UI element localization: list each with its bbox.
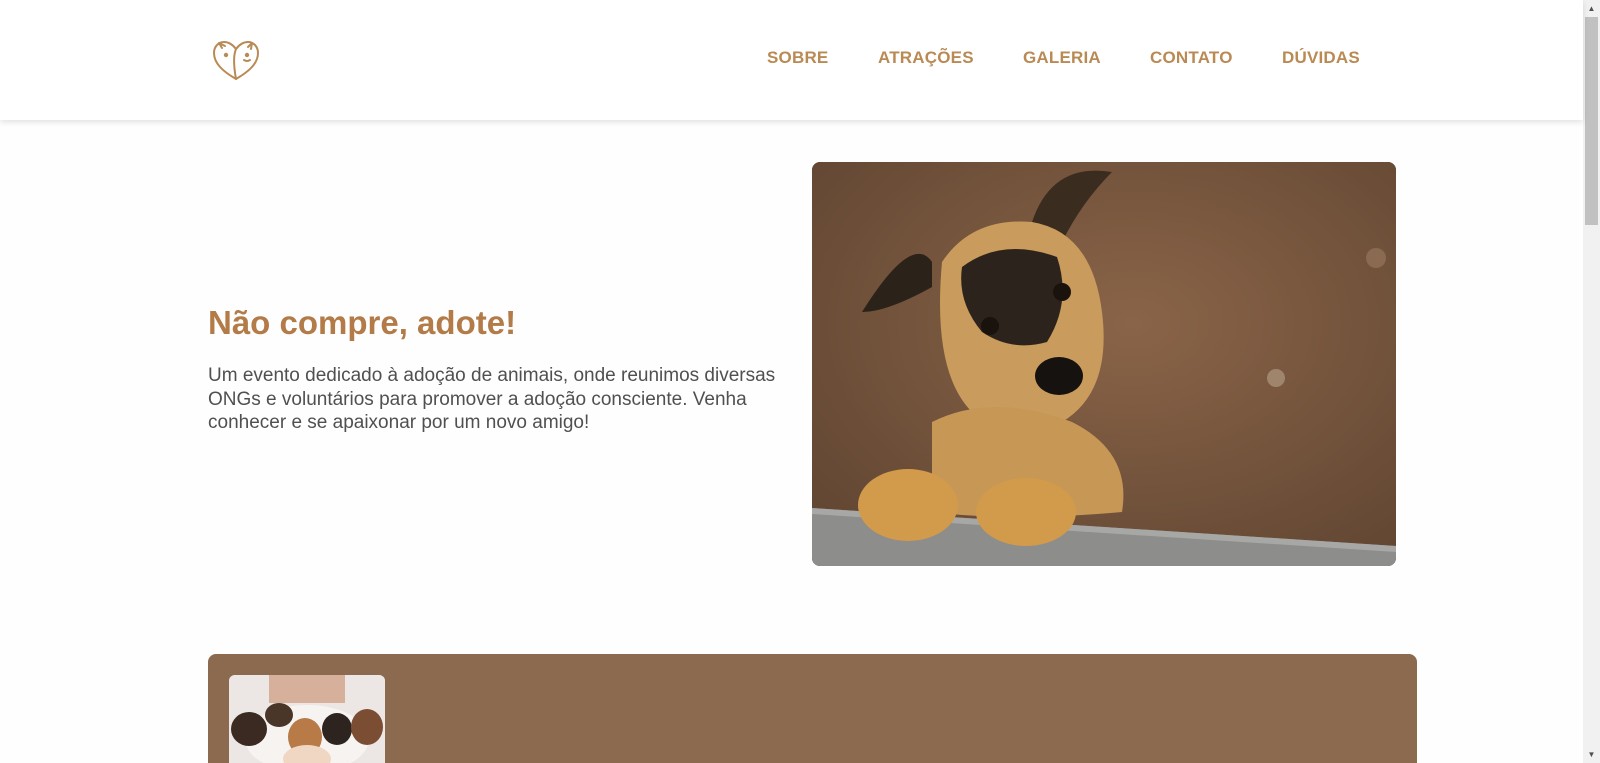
- scroll-down-icon[interactable]: ▼: [1583, 746, 1600, 763]
- scroll-up-icon[interactable]: ▲: [1583, 0, 1600, 17]
- nav-link-atracoes[interactable]: ATRAÇÕES: [878, 48, 974, 68]
- nav-link-duvidas[interactable]: DÚVIDAS: [1282, 48, 1360, 68]
- puppies-held-photo[interactable]: [229, 675, 385, 763]
- main-nav: SOBRE ATRAÇÕES GALERIA CONTATO DÚVIDAS: [0, 48, 1583, 68]
- hero-description: Um evento dedicado à adoção de animais, …: [208, 365, 776, 433]
- nav-link-galeria[interactable]: GALERIA: [1023, 48, 1101, 68]
- site-header: SOBRE ATRAÇÕES GALERIA CONTATO DÚVIDAS: [0, 0, 1583, 120]
- page-scrollbar[interactable]: ▲ ▼: [1583, 0, 1600, 763]
- puppy-photo: [812, 162, 1396, 566]
- nav-link-sobre[interactable]: SOBRE: [767, 48, 828, 68]
- nav-link-contato[interactable]: CONTATO: [1150, 48, 1233, 68]
- featured-section: [208, 654, 1417, 763]
- hero-title: Não compre, adote!: [208, 304, 517, 341]
- scroll-thumb[interactable]: [1585, 17, 1598, 225]
